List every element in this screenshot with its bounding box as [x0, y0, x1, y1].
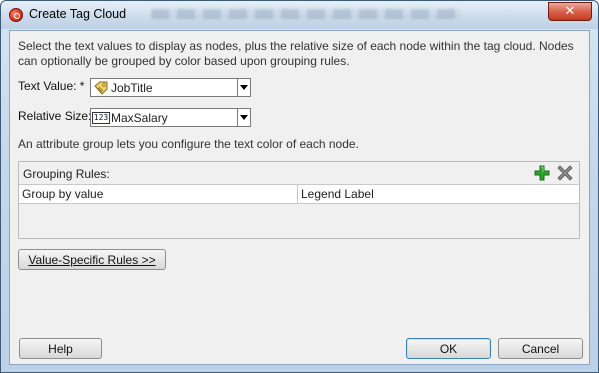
close-icon: ✕	[564, 4, 576, 19]
cancel-button-label: Cancel	[521, 341, 560, 356]
chevron-down-icon[interactable]	[237, 109, 250, 126]
close-button[interactable]: ✕	[548, 2, 592, 21]
attribute-group-note: An attribute group lets you configure th…	[18, 137, 359, 151]
dialog-content: Select the text values to display as nod…	[9, 30, 590, 365]
numeric-123-icon: 123	[91, 111, 111, 124]
text-value-selected: JobTitle	[111, 80, 153, 95]
ok-button[interactable]: OK	[406, 338, 491, 359]
text-value-combo[interactable]: JobTitle	[90, 78, 251, 97]
relative-size-label: Relative Size:	[18, 109, 92, 123]
ok-button-label: OK	[439, 341, 458, 356]
remove-icon[interactable]	[557, 165, 573, 181]
blurred-background-text	[151, 9, 461, 19]
create-tag-cloud-dialog: Create Tag Cloud ✕ Select the text value…	[0, 0, 599, 373]
relative-size-combo[interactable]: 123 MaxSalary	[90, 108, 251, 127]
relative-size-selected: MaxSalary	[111, 110, 168, 125]
title-bar[interactable]: Create Tag Cloud ✕	[1, 1, 598, 29]
value-specific-rules-label: Value-Specific Rules >>	[28, 252, 156, 267]
text-value-label: Text Value: *	[18, 79, 85, 93]
cancel-button[interactable]: Cancel	[498, 338, 583, 359]
column-header-group-by-value[interactable]: Group by value	[19, 185, 298, 203]
chevron-down-icon[interactable]	[237, 79, 250, 96]
value-specific-rules-button[interactable]: Value-Specific Rules >>	[18, 249, 166, 270]
grouping-rules-table: Group by value Legend Label	[19, 184, 579, 238]
help-button-label: Help	[48, 341, 73, 356]
column-header-legend-label[interactable]: Legend Label	[298, 185, 579, 203]
window-title: Create Tag Cloud	[29, 7, 127, 21]
text-tag-icon	[94, 81, 108, 95]
dialog-description: Select the text values to display as nod…	[18, 39, 574, 68]
app-icon	[9, 8, 23, 22]
help-button[interactable]: Help	[19, 338, 102, 359]
table-header: Group by value Legend Label	[19, 184, 579, 204]
grouping-rules-title: Grouping Rules:	[23, 167, 110, 181]
grouping-rules-panel: Grouping Rules: Group by value Legend La…	[18, 161, 580, 239]
grouping-rules-header: Grouping Rules:	[19, 162, 579, 184]
add-icon[interactable]	[534, 165, 550, 181]
